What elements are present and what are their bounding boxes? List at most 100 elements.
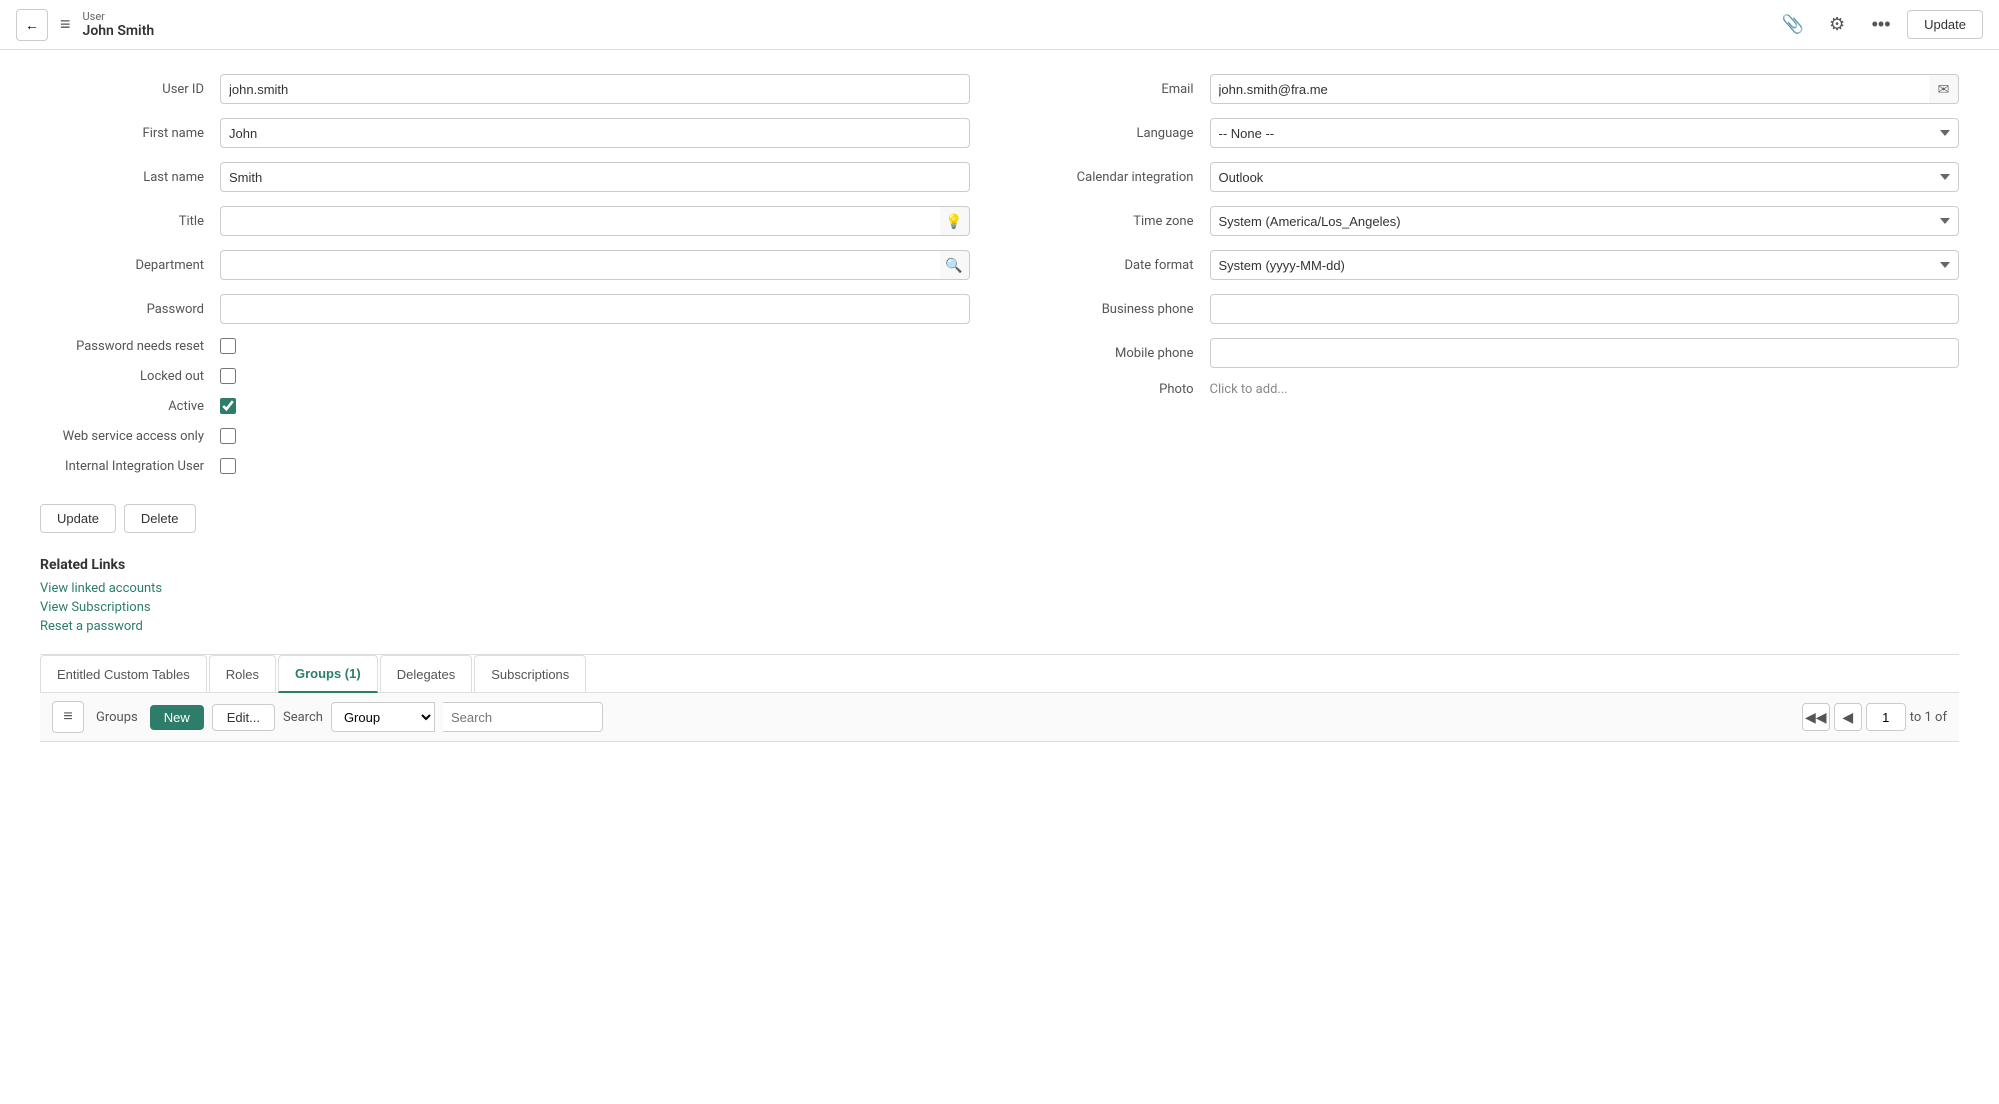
toolbar-search-input[interactable] [443,702,603,732]
toolbar-pager: ◀◀ ◀ to 1 of [1802,703,1947,731]
paperclip-button[interactable]: 📎 [1775,7,1811,43]
calendar-select[interactable]: Outlook Google None [1210,162,1960,192]
photo-label: Photo [1030,382,1210,397]
password-reset-label: Password needs reset [40,339,220,354]
business-phone-label: Business phone [1030,302,1210,317]
email-label: Email [1030,82,1210,97]
reset-password-link[interactable]: Reset a password [40,619,1959,634]
photo-row: Photo Click to add... [1030,382,1960,397]
app-header: ← ≡ User John Smith 📎 ⚙ ••• Update [0,0,1999,50]
header-update-button[interactable]: Update [1907,10,1983,39]
language-select[interactable]: -- None -- English French German Spanish [1210,118,1960,148]
timezone-select[interactable]: System (America/Los_Angeles) UTC EST PST [1210,206,1960,236]
mobile-phone-label: Mobile phone [1030,346,1210,361]
active-row: Active [40,398,970,414]
locked-out-checkbox-wrap [220,368,236,384]
department-row: Department 🔍 [40,250,970,280]
pager-current-input[interactable] [1866,703,1906,731]
update-button[interactable]: Update [40,504,116,533]
business-phone-input[interactable] [1210,294,1960,324]
email-icon-button[interactable]: ✉ [1929,74,1959,104]
form-section: User ID First name Last name Title 💡 [40,74,1959,488]
main-content: User ID First name Last name Title 💡 [0,50,1999,766]
user-id-input[interactable] [220,74,970,104]
password-reset-checkbox-wrap [220,338,236,354]
toolbar-new-button[interactable]: New [150,705,204,730]
password-label: Password [40,302,220,317]
active-label: Active [40,399,220,414]
first-name-input[interactable] [220,118,970,148]
email-input[interactable] [1210,74,1930,104]
title-row: Title 💡 [40,206,970,236]
hamburger-icon[interactable]: ≡ [60,14,71,35]
pager-prev-button[interactable]: ◀ [1834,703,1862,731]
toolbar-menu-button[interactable]: ≡ [52,701,84,733]
title-lightbulb-button[interactable]: 💡 [940,206,970,236]
business-phone-row: Business phone [1030,294,1960,324]
department-input-wrap: 🔍 [220,250,970,280]
department-input[interactable] [220,250,940,280]
toolbar-edit-button[interactable]: Edit... [212,704,275,731]
mobile-phone-row: Mobile phone [1030,338,1960,368]
internal-integration-checkbox[interactable] [220,458,236,474]
back-button[interactable]: ← [16,9,48,41]
title-label: Title [40,214,220,229]
breadcrumb: User [83,10,155,23]
view-linked-accounts-link[interactable]: View linked accounts [40,581,1959,596]
department-search-button[interactable]: 🔍 [940,250,970,280]
password-input[interactable] [220,294,970,324]
last-name-input[interactable] [220,162,970,192]
user-id-label: User ID [40,82,220,97]
toolbar-search-field-select[interactable]: Group Name Description [331,702,435,732]
active-checkbox-wrap [220,398,236,414]
timezone-label: Time zone [1030,214,1210,229]
password-reset-checkbox[interactable] [220,338,236,354]
title-input[interactable] [220,206,940,236]
date-format-label: Date format [1030,258,1210,273]
internal-integration-row: Internal Integration User [40,458,970,474]
locked-out-row: Locked out [40,368,970,384]
form-right-column: Email ✉ Language -- None -- English Fren… [1030,74,1960,488]
tab-entitled-custom-tables[interactable]: Entitled Custom Tables [40,655,207,693]
email-input-wrap: ✉ [1210,74,1960,104]
language-label: Language [1030,126,1210,141]
settings-button[interactable]: ⚙ [1819,7,1855,43]
tabs-header: Entitled Custom Tables Roles Groups (1) … [40,655,1959,693]
user-id-row: User ID [40,74,970,104]
tab-delegates[interactable]: Delegates [380,655,473,693]
tab-groups[interactable]: Groups (1) [278,655,378,693]
toolbar-search-label: Search [283,710,323,725]
first-name-label: First name [40,126,220,141]
page-title: John Smith [83,23,155,39]
toolbar-groups-label: Groups [92,710,142,725]
tab-subscriptions[interactable]: Subscriptions [474,655,586,693]
header-left: ← ≡ User John Smith [16,9,154,41]
photo-placeholder[interactable]: Click to add... [1210,382,1288,397]
internal-integration-label: Internal Integration User [40,459,220,474]
mobile-phone-input[interactable] [1210,338,1960,368]
pager-of-label: to 1 of [1910,710,1947,725]
view-subscriptions-link[interactable]: View Subscriptions [40,600,1959,615]
date-format-select[interactable]: System (yyyy-MM-dd) MM/dd/yyyy dd/MM/yyy… [1210,250,1960,280]
web-service-checkbox-wrap [220,428,236,444]
calendar-row: Calendar integration Outlook Google None [1030,162,1960,192]
header-title: User John Smith [83,10,155,39]
web-service-checkbox[interactable] [220,428,236,444]
timezone-row: Time zone System (America/Los_Angeles) U… [1030,206,1960,236]
form-left-column: User ID First name Last name Title 💡 [40,74,970,488]
locked-out-checkbox[interactable] [220,368,236,384]
header-right: 📎 ⚙ ••• Update [1775,7,1983,43]
active-checkbox[interactable] [220,398,236,414]
password-reset-row: Password needs reset [40,338,970,354]
tab-roles[interactable]: Roles [209,655,276,693]
last-name-label: Last name [40,170,220,185]
action-buttons: Update Delete [40,504,1959,533]
related-links-section: Related Links View linked accounts View … [40,557,1959,634]
tabs-container: Entitled Custom Tables Roles Groups (1) … [40,654,1959,742]
locked-out-label: Locked out [40,369,220,384]
first-name-row: First name [40,118,970,148]
more-button[interactable]: ••• [1863,7,1899,43]
delete-button[interactable]: Delete [124,504,196,533]
calendar-label: Calendar integration [1030,170,1210,185]
pager-first-button[interactable]: ◀◀ [1802,703,1830,731]
